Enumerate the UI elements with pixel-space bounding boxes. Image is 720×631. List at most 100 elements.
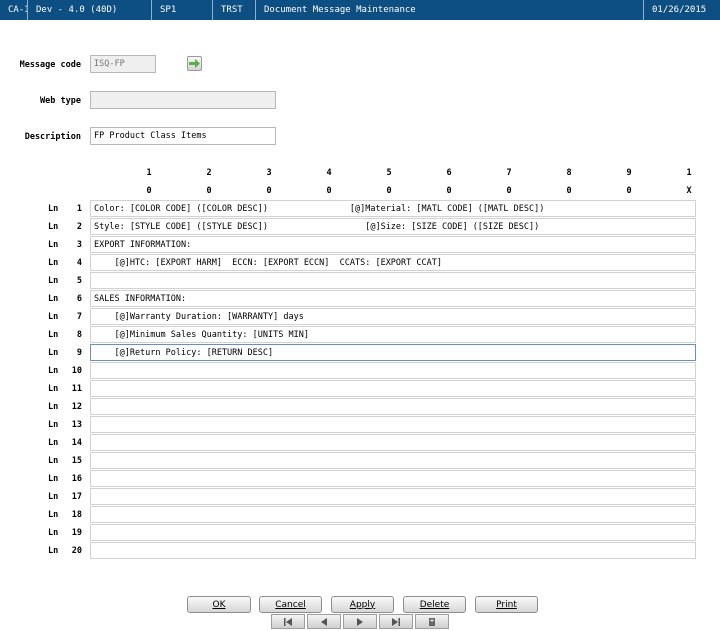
window-title: Document Message Maintenance	[256, 0, 644, 20]
line-number: 12	[71, 402, 82, 412]
description-label: Description	[24, 132, 81, 142]
line-label: Ln 17	[48, 492, 82, 502]
environment: Dev - 4.0 (40D)	[28, 0, 152, 20]
ruler-ones-7: 0	[506, 186, 512, 196]
line-number: 20	[71, 546, 82, 556]
line-prefix: Ln	[48, 456, 59, 466]
line-input[interactable]: Color: [COLOR CODE] ([COLOR DESC]) [@]Ma…	[90, 200, 696, 217]
line-label: Ln 1	[48, 204, 82, 214]
screen-id: CA-1	[0, 0, 28, 20]
line-input[interactable]	[90, 542, 696, 559]
ruler-ones-8: 0	[566, 186, 572, 196]
print-button[interactable]: Print	[475, 596, 538, 613]
line-label: Ln 6	[48, 294, 82, 304]
cancel-button[interactable]: Cancel	[259, 596, 322, 613]
ok-button[interactable]: OK	[187, 596, 251, 613]
line-input[interactable]	[90, 380, 696, 397]
line-number: 13	[71, 420, 82, 430]
web-type-field[interactable]	[90, 91, 276, 109]
line-prefix: Ln	[48, 258, 59, 268]
line-input[interactable]: [@]Minimum Sales Quantity: [UNITS MIN]	[90, 326, 696, 343]
message-code-field[interactable]: ISQ-FP	[90, 55, 156, 73]
apply-button[interactable]: Apply	[331, 596, 394, 613]
line-input[interactable]	[90, 416, 696, 433]
line-prefix: Ln	[48, 546, 59, 556]
first-record-button[interactable]	[271, 614, 305, 629]
line-input[interactable]	[90, 398, 696, 415]
line-label: Ln 20	[48, 546, 82, 556]
next-record-icon	[357, 617, 363, 626]
line-number: 7	[76, 312, 82, 322]
close-record-icon	[429, 617, 435, 626]
line-input[interactable]: [@]Return Policy: [RETURN DESC]	[90, 344, 696, 361]
line-input[interactable]	[90, 488, 696, 505]
line-input[interactable]	[90, 362, 696, 379]
ok-button-label: OK	[212, 599, 226, 610]
line-prefix: Ln	[48, 330, 59, 340]
last-record-button[interactable]	[379, 614, 413, 629]
line-prefix: Ln	[48, 384, 59, 394]
line-label: Ln 16	[48, 474, 82, 484]
delete-button[interactable]: Delete	[403, 596, 466, 613]
line-input[interactable]	[90, 272, 696, 289]
ruler-ones-6: 0	[446, 186, 452, 196]
line-number: 19	[71, 528, 82, 538]
line-number: 4	[76, 258, 82, 268]
title-bar: CA-1 Dev - 4.0 (40D) SP1 TRST Document M…	[0, 0, 720, 20]
line-number: 16	[71, 474, 82, 484]
line-input[interactable]: [@]HTC: [EXPORT HARM] ECCN: [EXPORT ECCN…	[90, 254, 696, 271]
line-label: Ln 7	[48, 312, 82, 322]
last-record-icon	[392, 617, 400, 626]
line-label: Ln 13	[48, 420, 82, 430]
description-field[interactable]: FP Product Class Items	[90, 127, 276, 145]
line-number: 14	[71, 438, 82, 448]
line-input[interactable]	[90, 434, 696, 451]
line-number: 2	[76, 222, 82, 232]
line-input[interactable]	[90, 470, 696, 487]
line-label: Ln 3	[48, 240, 82, 250]
ruler-ones-9: 0	[626, 186, 632, 196]
line-input[interactable]	[90, 506, 696, 523]
line-prefix: Ln	[48, 510, 59, 520]
line-label: Ln 19	[48, 528, 82, 538]
ruler-ones-3: 0	[266, 186, 272, 196]
line-label: Ln 14	[48, 438, 82, 448]
ruler-tens-2: 2	[206, 168, 212, 178]
message-code-label: Message code	[19, 60, 81, 70]
ruler-ones-10: X	[686, 186, 692, 196]
previous-record-button[interactable]	[307, 614, 341, 629]
line-prefix: Ln	[48, 222, 59, 232]
ruler-ones-1: 0	[146, 186, 152, 196]
close-record-button[interactable]	[415, 614, 449, 629]
line-label: Ln 10	[48, 366, 82, 376]
line-input[interactable]: EXPORT INFORMATION:	[90, 236, 696, 253]
user: TRST	[213, 0, 256, 20]
go-arrow-icon	[189, 59, 200, 68]
line-prefix: Ln	[48, 402, 59, 412]
go-button[interactable]	[187, 56, 202, 71]
line-input[interactable]: [@]Warranty Duration: [WARRANTY] days	[90, 308, 696, 325]
line-prefix: Ln	[48, 528, 59, 538]
line-prefix: Ln	[48, 438, 59, 448]
ruler-tens-5: 5	[386, 168, 392, 178]
ruler-tens-4: 4	[326, 168, 332, 178]
next-record-button[interactable]	[343, 614, 377, 629]
line-label: Ln 11	[48, 384, 82, 394]
line-number: 6	[76, 294, 82, 304]
line-input[interactable]	[90, 524, 696, 541]
line-number: 8	[76, 330, 82, 340]
line-input[interactable]: Style: [STYLE CODE] ([STYLE DESC]) [@]Si…	[90, 218, 696, 235]
first-record-icon	[284, 617, 292, 626]
line-number: 18	[71, 510, 82, 520]
ruler-tens-7: 7	[506, 168, 512, 178]
line-prefix: Ln	[48, 492, 59, 502]
line-prefix: Ln	[48, 312, 59, 322]
line-input[interactable]: SALES INFORMATION:	[90, 290, 696, 307]
line-label: Ln 15	[48, 456, 82, 466]
line-number: 5	[76, 276, 82, 286]
line-number: 3	[76, 240, 82, 250]
cancel-button-label: Cancel	[275, 599, 306, 610]
line-input[interactable]	[90, 452, 696, 469]
line-number: 1	[76, 204, 82, 214]
line-number: 10	[71, 366, 82, 376]
